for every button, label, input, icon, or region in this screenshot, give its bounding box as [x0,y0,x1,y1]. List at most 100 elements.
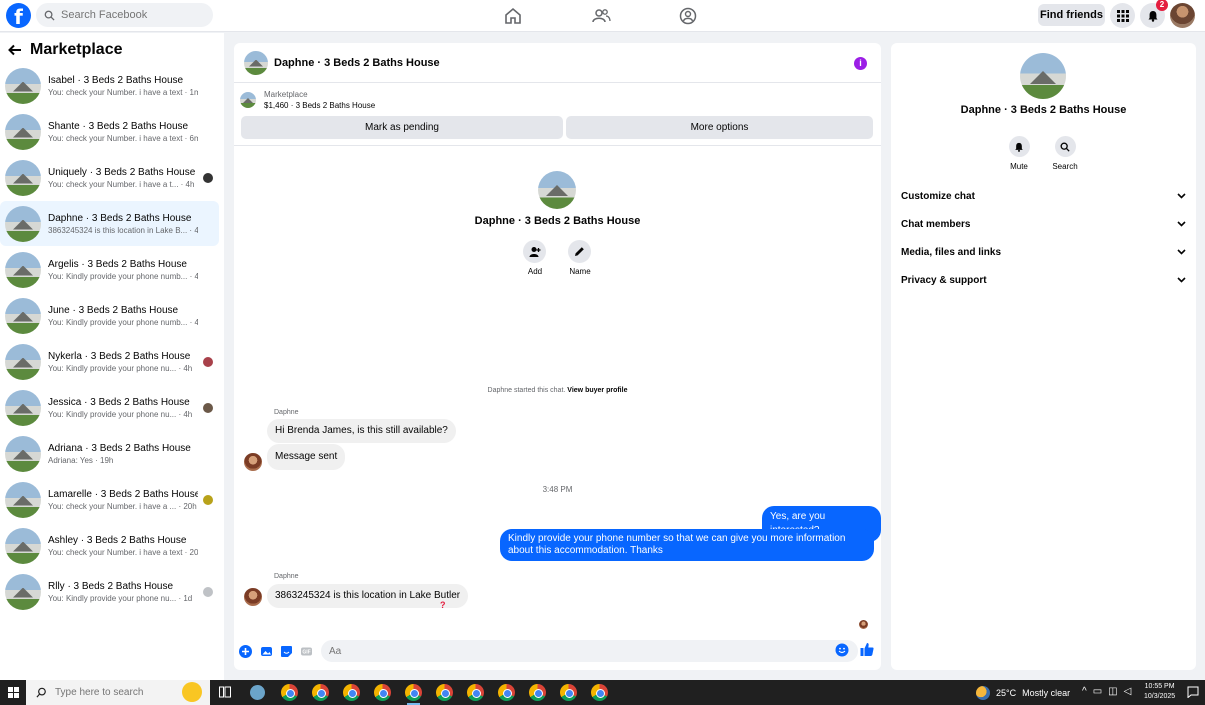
conversation-preview: You: Kindly provide your phone nu... · 4… [48,409,193,419]
listing-thumbnail [5,251,41,288]
conversation-item[interactable]: Nykerla · 3 Beds 2 Baths House You: Kindl… [0,339,219,384]
media-files-section[interactable]: Media, files and links [901,243,1186,261]
chevron-down-icon [1177,221,1186,227]
info-icon[interactable]: i [854,57,867,70]
listing-thumbnail [5,481,41,518]
friends-icon[interactable] [591,6,611,26]
search-chat-button[interactable]: Search [1045,136,1085,171]
message-input[interactable] [321,640,858,662]
conversation-preview: You: Kindly provide your phone numb... ·… [48,317,198,327]
task-view-icon[interactable] [219,686,231,698]
notifications-button[interactable]: 2 [1140,0,1168,28]
chrome-icon[interactable] [374,684,391,701]
conversation-item[interactable]: Ashley · 3 Beds 2 Baths House You: check … [0,523,219,568]
windows-start-icon[interactable] [8,687,19,698]
chevron-up-icon[interactable]: ^ [1082,686,1087,697]
view-buyer-profile-link[interactable]: View buyer profile [567,387,627,394]
sender-avatar[interactable] [244,453,262,471]
app-icon[interactable] [250,685,265,700]
taskbar-search-input[interactable] [55,687,175,698]
chat-header-thumbnail[interactable] [244,50,268,75]
chrome-icon[interactable] [281,684,298,701]
notification-badge: 2 [1156,0,1168,11]
volume-icon[interactable]: ◁ [1124,686,1132,697]
chevron-down-icon [1177,249,1186,255]
conversation-name: Rlly · 3 Beds 2 Baths House [48,580,174,592]
weather-condition: Mostly clear [1022,687,1071,698]
conversation-name: Lamarelle · 3 Beds 2 Baths House [48,488,198,500]
chrome-icon[interactable] [343,684,360,701]
conversation-item[interactable]: Adriana · 3 Beds 2 Baths House Adriana: Y… [0,431,219,476]
taskbar-search[interactable] [26,680,210,705]
notification-center-icon[interactable] [1187,686,1199,698]
listing-thumbnail [5,527,41,564]
home-icon[interactable] [503,6,523,26]
conversation-item[interactable]: Jessica · 3 Beds 2 Baths House You: Kindl… [0,385,219,430]
add-button[interactable]: Add [523,240,547,276]
name-label: Name [569,267,591,276]
taskbar-clock[interactable]: 10:55 PM 10/3/2025 [1144,682,1175,702]
temperature: 25°C [996,687,1017,698]
conversation-item[interactable]: Argelis · 3 Beds 2 Baths House You: Kindl… [0,247,219,292]
chat-members-section[interactable]: Chat members [901,215,1186,233]
incoming-message[interactable]: 3863245324 is this location in Lake Butl… [267,584,469,608]
chrome-icon-active[interactable] [405,684,422,705]
listing-summary[interactable]: Marketplace $1,460 · 3 Beds 2 Baths Hous… [240,89,375,111]
search-icon [36,687,46,698]
emoji-icon[interactable] [835,643,849,657]
conversation-preview: You: check your Number. i have a t... · … [48,179,195,189]
chrome-icon[interactable] [436,684,453,701]
more-options-button[interactable]: More options [566,116,873,139]
menu-button[interactable] [1110,3,1135,28]
outgoing-message[interactable]: Kindly provide your phone number so that… [500,529,874,561]
conversation-item[interactable]: Lamarelle · 3 Beds 2 Baths House You: che… [0,477,219,522]
conversation-preview: You: check your Number. i have a text · … [48,133,198,143]
customize-chat-section[interactable]: Customize chat [901,187,1186,205]
mark-pending-button[interactable]: Mark as pending [241,116,563,139]
profile-avatar[interactable] [1170,3,1195,28]
conversation-item[interactable]: Shante · 3 Beds 2 Baths House You: check … [0,109,219,154]
conversation-name: Uniquely · 3 Beds 2 Baths House [48,166,196,178]
plus-circle-icon[interactable] [239,645,252,658]
conversation-item[interactable]: Uniquely · 3 Beds 2 Baths House You: chec… [0,155,219,200]
incoming-message[interactable]: Hi Brenda James, is this still available… [267,419,456,443]
back-arrow-icon[interactable] [8,44,22,56]
system-tray: ^ ▭ ◫ ◁ [1082,686,1131,697]
groups-icon[interactable] [678,6,698,26]
chrome-icon[interactable] [467,684,484,701]
conversation-item[interactable]: Isabel · 3 Beds 2 Baths House You: check … [0,63,219,108]
read-receipt-avatar [203,172,213,183]
chrome-icon[interactable] [529,684,546,701]
conversation-item[interactable]: Rlly · 3 Beds 2 Baths House You: Kindly p… [0,569,219,614]
chrome-icon[interactable] [560,684,577,701]
grid-menu-icon [1116,9,1129,22]
search-box[interactable] [36,3,213,27]
name-button[interactable]: Name [568,240,592,276]
mute-button[interactable]: Mute [999,136,1039,171]
search-input[interactable] [61,9,201,21]
battery-icon[interactable]: ▭ [1093,686,1102,697]
details-title: Daphne · 3 Beds 2 Baths House [960,104,1127,116]
find-friends-button[interactable]: Find friends [1038,4,1105,26]
facebook-logo[interactable]: f [6,3,31,29]
chat-title[interactable]: Daphne · 3 Beds 2 Baths House [274,57,440,69]
chrome-icon[interactable] [312,684,329,701]
pencil-icon [575,247,584,256]
chrome-icon[interactable] [591,684,608,701]
weather-widget[interactable]: 25°C Mostly clear [976,680,1070,705]
listing-thumbnail [5,573,41,610]
conversation-item[interactable]: June · 3 Beds 2 Baths House You: Kindly p… [0,293,219,338]
gif-icon[interactable]: GIF [300,645,313,658]
conversation-preview: 3863245324 is this location in Lake B...… [48,225,198,235]
chrome-icon[interactable] [498,684,515,701]
image-icon[interactable] [260,645,273,658]
sender-avatar[interactable] [244,588,262,606]
thumbs-up-icon[interactable] [860,642,874,657]
conversation-item-active[interactable]: Daphne · 3 Beds 2 Baths House 3863245324 … [0,201,219,246]
search-icon [1060,142,1070,152]
incoming-message[interactable]: Message sent [267,444,346,470]
sticker-icon[interactable] [280,645,293,658]
privacy-support-section[interactable]: Privacy & support [901,271,1186,289]
conversation-preview: You: check your Number. i have a text · … [48,87,198,97]
network-icon[interactable]: ◫ [1108,686,1117,697]
